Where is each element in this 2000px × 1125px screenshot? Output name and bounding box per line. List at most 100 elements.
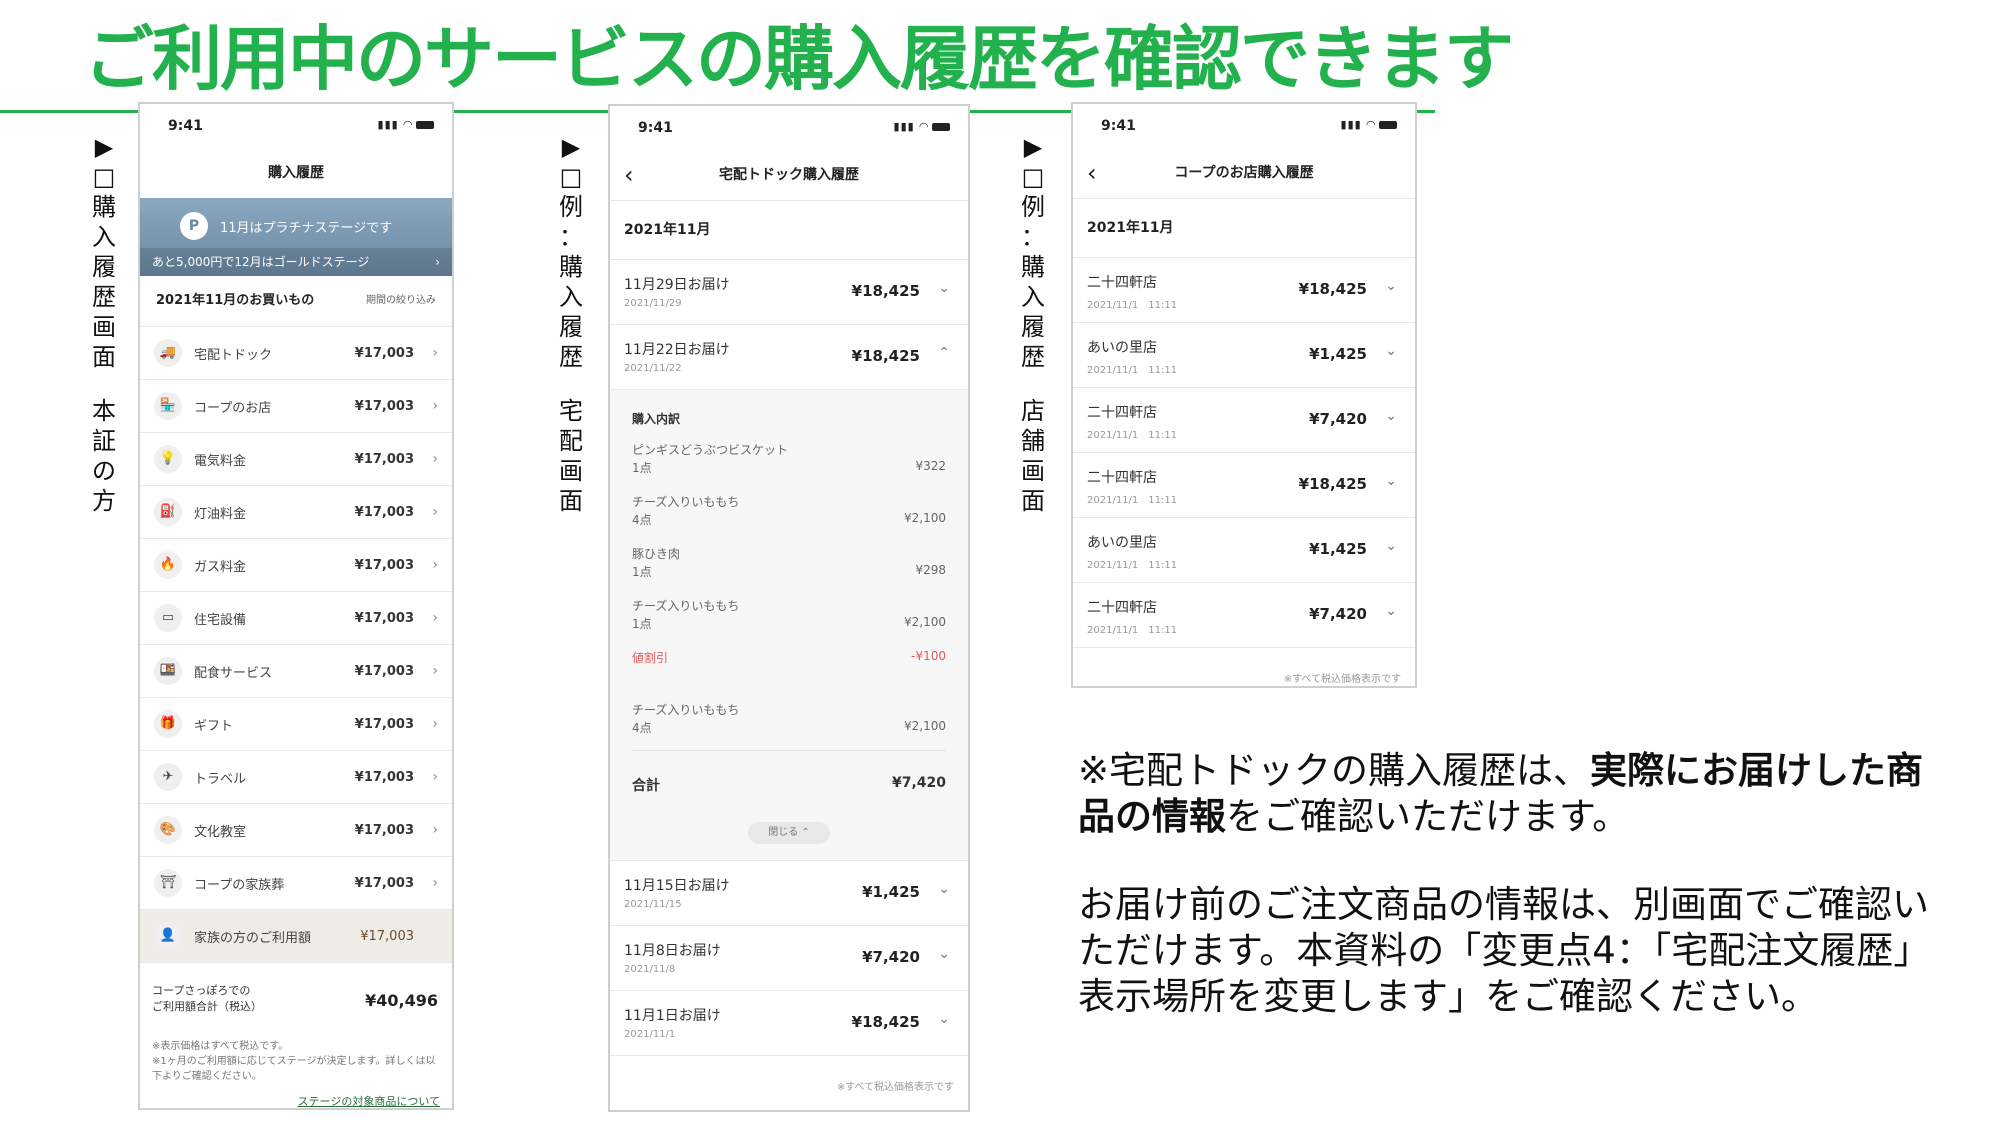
category-row[interactable]: 🔥 ガス料金 ¥17,003 ›: [140, 539, 452, 592]
label-char: □: [559, 163, 583, 191]
back-arrow-icon[interactable]: ‹: [624, 150, 634, 200]
label-char: ：: [1021, 223, 1045, 251]
label-purchase-history-screen: ▶ □ 購入履歴画面本証の方: [84, 132, 124, 516]
history-row[interactable]: 二十四軒店 2021/11/1 11:11 ¥18,425 ⌄: [1073, 258, 1415, 323]
history-row[interactable]: 11月15日お届け 2021/11/15 ¥1,425 ⌄: [610, 861, 968, 926]
category-row[interactable]: 🍱 配食サービス ¥17,003 ›: [140, 645, 452, 698]
category-icon: 🚚: [154, 339, 182, 367]
chevron-right-icon: ›: [432, 345, 438, 361]
stage-badge-icon: P: [180, 212, 208, 240]
chevron-toggle-icon[interactable]: ⌄: [938, 280, 950, 296]
row-amount: ¥7,420: [1309, 605, 1367, 623]
chevron-toggle-icon[interactable]: ⌄: [1385, 538, 1397, 554]
chevron-toggle-icon[interactable]: ⌄: [1385, 278, 1397, 294]
stage-banner[interactable]: P 11月はプラチナステージです あと5,000円で12月はゴールドステージ ›: [140, 198, 452, 276]
purchase-detail-panel: 購入内訳 ピンギスどうぶつビスケット 1点 ¥322 チーズ入りいももち 4点 ¥2,10…: [610, 390, 968, 861]
category-name: 文化教室: [194, 824, 247, 840]
chevron-right-icon: ›: [432, 504, 438, 520]
label-char: 購: [1021, 253, 1045, 281]
chevron-toggle-icon[interactable]: ⌄: [1385, 473, 1397, 489]
detail-total: 合計 ¥7,420: [632, 750, 946, 803]
category-row[interactable]: 💡 電気料金 ¥17,003 ›: [140, 433, 452, 486]
row-amount: ¥18,425: [851, 347, 920, 365]
category-list: 🚚 宅配トドック ¥17,003 › 🏪 コープのお店 ¥17,003 › 💡 電気料金 ¥17,0…: [140, 327, 452, 910]
discount-price: -¥100: [911, 649, 946, 663]
period-filter-link[interactable]: 期間の絞り込み: [366, 276, 436, 326]
status-time: 9:41: [638, 120, 673, 136]
history-row[interactable]: 11月1日お届け 2021/11/1 ¥18,425 ⌄: [610, 991, 968, 1056]
chevron-right-icon: ›: [432, 610, 438, 626]
phone-delivery-history: 9:41 ▮▮▮ ◠ ‹ 宅配トドック購入履歴 2021年11月 11月29日お…: [608, 104, 970, 1112]
history-row[interactable]: 二十四軒店 2021/11/1 11:11 ¥7,420 ⌄: [1073, 583, 1415, 648]
row-date: 2021/11/1 11:11: [1087, 495, 1178, 506]
total-label-1: コープさっぽろでの: [152, 984, 251, 997]
history-row[interactable]: 11月8日お届け 2021/11/8 ¥7,420 ⌄: [610, 926, 968, 991]
category-icon: 🎨: [154, 816, 182, 844]
category-row[interactable]: ⛽ 灯油料金 ¥17,003 ›: [140, 486, 452, 539]
chevron-right-icon: ›: [432, 822, 438, 838]
discount-name: 値割引: [632, 651, 669, 665]
screen-header: 購入履歴: [268, 165, 324, 181]
chevron-toggle-icon[interactable]: ⌄: [938, 1011, 950, 1027]
chevron-toggle-icon[interactable]: ⌄: [1385, 408, 1397, 424]
item-name: 豚ひき肉: [632, 547, 681, 561]
close-detail-button[interactable]: 閉じる ⌃: [748, 822, 830, 844]
category-icon: 🏪: [154, 392, 182, 420]
item-price: ¥2,100: [904, 615, 946, 629]
category-row[interactable]: 🏪 コープのお店 ¥17,003 ›: [140, 380, 452, 433]
label-char: ：: [559, 223, 583, 251]
row-amount: ¥7,420: [1309, 410, 1367, 428]
category-amount: ¥17,003: [354, 716, 414, 732]
section-title: 2021年11月のお買いもの: [156, 293, 315, 308]
row-amount: ¥1,425: [1309, 345, 1367, 363]
category-row[interactable]: 🚚 宅配トドック ¥17,003 ›: [140, 327, 452, 380]
history-row[interactable]: 11月22日お届け 2021/11/22 ¥18,425 ⌃: [610, 325, 968, 390]
category-icon: ⛩: [154, 869, 182, 897]
label-char: 画: [92, 313, 116, 341]
category-row[interactable]: 🎁 ギフト ¥17,003 ›: [140, 698, 452, 751]
chevron-toggle-icon[interactable]: ⌄: [1385, 603, 1397, 619]
store-rows: 二十四軒店 2021/11/1 11:11 ¥18,425 ⌄ あいの里店 2021/11…: [1073, 258, 1415, 648]
label-char: 購: [92, 193, 116, 221]
label-char: ▶: [94, 133, 114, 161]
label-char: 履: [92, 253, 116, 281]
category-row[interactable]: 🎨 文化教室 ¥17,003 ›: [140, 804, 452, 857]
chevron-toggle-icon[interactable]: ⌄: [1385, 343, 1397, 359]
page-title: ご利用中のサービスの購入履歴を確認できます: [84, 18, 1514, 100]
detail-item: チーズ入りいももち 4点 ¥2,100: [632, 701, 946, 753]
row-title: あいの里店: [1087, 535, 1157, 551]
chevron-toggle-icon[interactable]: ⌄: [938, 946, 950, 962]
chevron-toggle-icon[interactable]: ⌃: [938, 345, 950, 361]
item-price: ¥298: [915, 563, 946, 577]
section-header: 2021年11月のお買いもの 期間の絞り込み: [140, 276, 452, 327]
history-row[interactable]: 二十四軒店 2021/11/1 11:11 ¥7,420 ⌄: [1073, 388, 1415, 453]
item-name: チーズ入りいももち: [632, 703, 740, 717]
category-row[interactable]: ▭ 住宅設備 ¥17,003 ›: [140, 592, 452, 645]
signal-wifi-battery-icon: ▮▮▮ ◠: [1341, 118, 1397, 131]
back-arrow-icon[interactable]: ‹: [1087, 148, 1097, 198]
label-char: 履: [1021, 313, 1045, 341]
row-title: 二十四軒店: [1087, 275, 1157, 291]
label-char: 例: [559, 193, 583, 221]
history-row[interactable]: あいの里店 2021/11/1 11:11 ¥1,425 ⌄: [1073, 323, 1415, 388]
family-usage-row[interactable]: 👤 家族の方のご利用額 ¥17,003: [140, 910, 452, 963]
history-row[interactable]: あいの里店 2021/11/1 11:11 ¥1,425 ⌄: [1073, 518, 1415, 583]
status-time: 9:41: [1101, 118, 1136, 134]
stage-items-link[interactable]: ステージの対象商品について: [152, 1094, 440, 1108]
category-row[interactable]: ✈ トラベル ¥17,003 ›: [140, 751, 452, 804]
history-row[interactable]: 11月29日お届け 2021/11/29 ¥18,425 ⌄: [610, 260, 968, 325]
history-row[interactable]: 二十四軒店 2021/11/1 11:11 ¥18,425 ⌄: [1073, 453, 1415, 518]
category-icon: 🔥: [154, 551, 182, 579]
signal-wifi-battery-icon: ▮▮▮ ◠: [894, 120, 950, 133]
row-date: 2021/11/29: [624, 298, 682, 309]
category-icon: 🎁: [154, 710, 182, 738]
label-char: □: [1021, 163, 1045, 191]
label-char: 証: [92, 427, 116, 455]
row-title: 11月15日お届け: [624, 878, 730, 894]
row-date: 2021/11/1: [624, 1029, 676, 1040]
chevron-right-icon: ›: [432, 398, 438, 414]
label-char: 面: [559, 487, 583, 515]
label-char: 例: [1021, 193, 1045, 221]
category-row[interactable]: ⛩ コープの家族葬 ¥17,003 ›: [140, 857, 452, 910]
chevron-toggle-icon[interactable]: ⌄: [938, 881, 950, 897]
